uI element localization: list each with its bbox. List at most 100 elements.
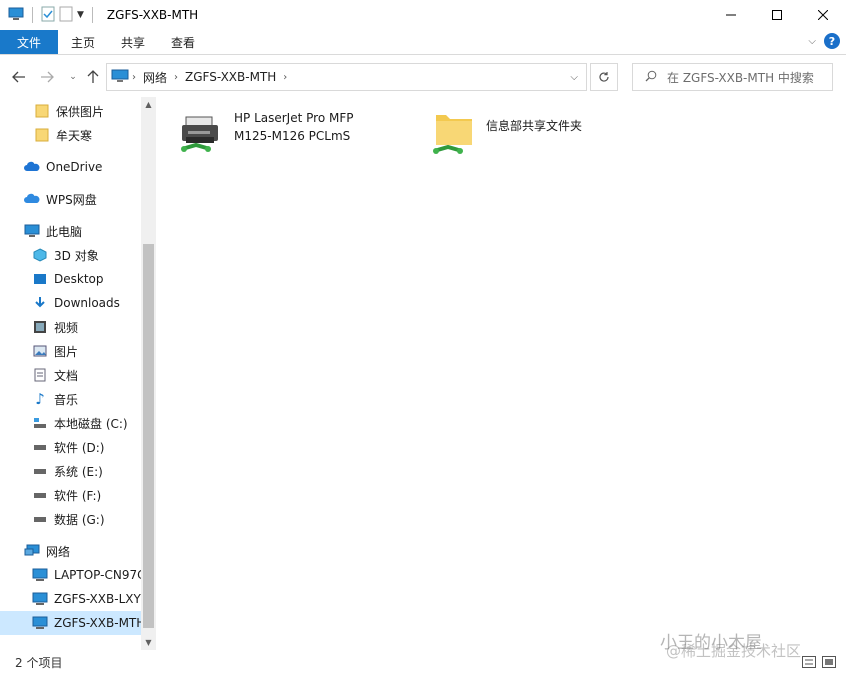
up-arrow-icon[interactable] (84, 68, 102, 86)
sidebar-item-laptop[interactable]: LAPTOP-CN97C (32, 564, 146, 586)
sidebar-item-drive-e[interactable]: 系统 (E:) (32, 460, 103, 482)
sidebar-item-mth[interactable]: ZGFS-XXB-MTH (0, 611, 145, 635)
item-label: HP LaserJet Pro MFP M125-M126 PCLmS (234, 109, 353, 145)
shared-printer-icon (178, 109, 226, 157)
title-bar: ▼ ZGFS-XXB-MTH (0, 0, 846, 30)
shared-folder-item[interactable]: 信息部共享文件夹 (430, 109, 582, 157)
details-view-icon[interactable] (802, 656, 816, 671)
chevron-down-icon[interactable]: ⌵ (570, 72, 578, 83)
search-placeholder: 在 ZGFS-XXB-MTH 中搜索 (667, 70, 814, 85)
sidebar-item-mutianhan[interactable]: 牟天寒 (34, 124, 92, 146)
sidebar-item-label: 系统 (E:) (54, 464, 103, 479)
chevron-right-icon[interactable]: › (171, 72, 181, 83)
sidebar-item-desktop[interactable]: Desktop (32, 268, 104, 290)
pictures-icon (32, 343, 48, 359)
chevron-right-icon[interactable]: › (280, 72, 290, 83)
sidebar-item-label: LAPTOP-CN97C (54, 568, 146, 582)
tab-file[interactable]: 文件 (0, 30, 58, 54)
sidebar-scrollbar[interactable]: ▲ ▼ (141, 97, 156, 650)
sidebar-item-videos[interactable]: 视频 (32, 316, 78, 338)
sidebar-item-lxy[interactable]: ZGFS-XXB-LXY (32, 588, 141, 610)
drive-icon (32, 439, 48, 455)
address-bar[interactable]: › 网络 › ZGFS-XXB-MTH › ⌵ (106, 63, 587, 91)
back-arrow-icon[interactable] (10, 68, 28, 86)
sidebar-item-label: OneDrive (46, 160, 103, 174)
network-icon (24, 543, 40, 559)
close-button[interactable] (800, 0, 846, 30)
computer-icon (24, 223, 40, 239)
sidebar-item-documents[interactable]: 文档 (32, 364, 78, 386)
tab-share[interactable]: 共享 (108, 30, 158, 54)
shared-folder-icon (430, 109, 478, 157)
sidebar-item-drive-f[interactable]: 软件 (F:) (32, 484, 101, 506)
sidebar-item-label: 本地磁盘 (C:) (54, 416, 128, 431)
3d-objects-icon (32, 247, 48, 263)
folder-icon (34, 103, 50, 119)
network-computer-icon (32, 591, 48, 607)
documents-icon (32, 367, 48, 383)
search-input[interactable]: 在 ZGFS-XXB-MTH 中搜索 (632, 63, 833, 91)
quick-access-toolbar: ▼ (0, 6, 97, 25)
large-icons-view-icon[interactable] (822, 656, 836, 671)
sidebar-item-this-pc[interactable]: 此电脑 (24, 220, 82, 242)
item-name-line1: 信息部共享文件夹 (486, 119, 583, 133)
sidebar-item-label: 软件 (D:) (54, 440, 105, 455)
recent-locations-icon[interactable]: ⌄ (64, 68, 82, 86)
sidebar-item-downloads[interactable]: Downloads (32, 292, 120, 314)
scroll-up-icon[interactable]: ▲ (141, 97, 156, 111)
help-icon[interactable]: ? (824, 33, 840, 49)
sidebar-item-label: Desktop (54, 272, 104, 286)
sidebar-item-music[interactable]: ♪ 音乐 (32, 388, 78, 410)
sidebar-item-drive-d[interactable]: 软件 (D:) (32, 436, 104, 458)
properties-icon[interactable] (41, 6, 55, 25)
sidebar-item-label: 音乐 (54, 392, 79, 407)
minimize-button[interactable] (708, 0, 754, 30)
tab-view[interactable]: 查看 (158, 30, 208, 54)
sidebar-item-label: 保供图片 (56, 104, 105, 119)
sidebar-item-label: 牟天寒 (56, 128, 93, 143)
tab-home[interactable]: 主页 (58, 30, 108, 54)
sidebar-item-label: Downloads (54, 296, 120, 310)
network-computer-icon (32, 615, 48, 631)
scroll-down-icon[interactable]: ▼ (141, 635, 156, 649)
scrollbar-thumb[interactable] (143, 244, 154, 628)
new-folder-icon[interactable] (59, 6, 73, 25)
sidebar-item-onedrive[interactable]: OneDrive (24, 156, 102, 178)
sidebar-item-label: ZGFS-XXB-MTH (54, 616, 146, 630)
maximize-button[interactable] (754, 0, 800, 30)
sidebar-item-wps[interactable]: WPS网盘 (24, 188, 97, 210)
forward-arrow-icon[interactable] (38, 68, 56, 86)
sidebar-item-3d[interactable]: 3D 对象 (32, 244, 99, 266)
sidebar-item-label: 此电脑 (46, 224, 83, 239)
sidebar-item-network[interactable]: 网络 (24, 540, 70, 562)
refresh-button[interactable] (590, 63, 618, 91)
status-item-count: 2 个项目 (15, 656, 63, 670)
sidebar-item-drive-g[interactable]: 数据 (G:) (32, 508, 105, 530)
window-controls (708, 0, 846, 30)
expand-ribbon-icon[interactable]: ⌵ (808, 36, 816, 47)
music-icon: ♪ (35, 390, 45, 408)
sidebar-item-pictures[interactable]: 图片 (32, 340, 78, 362)
drive-icon (32, 463, 48, 479)
shared-printer-item[interactable]: HP LaserJet Pro MFP M125-M126 PCLmS (178, 109, 353, 157)
sidebar-item-label: ZGFS-XXB-LXY (54, 592, 141, 606)
sidebar-item-label: WPS网盘 (46, 192, 97, 207)
sidebar-item-label: 软件 (F:) (54, 488, 102, 503)
navigation-pane: 保供图片 牟天寒 OneDrive WPS网盘 此电脑 3D 对象 Deskto… (0, 97, 156, 650)
computer-icon[interactable] (8, 7, 24, 24)
customize-toolbar-icon[interactable]: ▼ (77, 10, 84, 20)
view-switcher (802, 656, 836, 671)
toolbar-divider (32, 7, 33, 23)
sidebar-item-drive-c[interactable]: 本地磁盘 (C:) (32, 412, 128, 434)
sidebar-item-baogong[interactable]: 保供图片 (34, 100, 104, 122)
ribbon-right: ⌵ ? (808, 33, 840, 49)
breadcrumb-computer[interactable]: ZGFS-XXB-MTH (181, 70, 280, 84)
network-computer-icon (32, 567, 48, 583)
wps-cloud-icon (24, 191, 40, 207)
chevron-right-icon[interactable]: › (129, 72, 139, 83)
item-name-line1: HP LaserJet Pro MFP (234, 111, 354, 125)
breadcrumb-network[interactable]: 网络 (139, 69, 171, 86)
window-title: ZGFS-XXB-MTH (106, 8, 199, 22)
sidebar-item-label: 3D 对象 (54, 248, 99, 263)
desktop-icon (32, 271, 48, 287)
